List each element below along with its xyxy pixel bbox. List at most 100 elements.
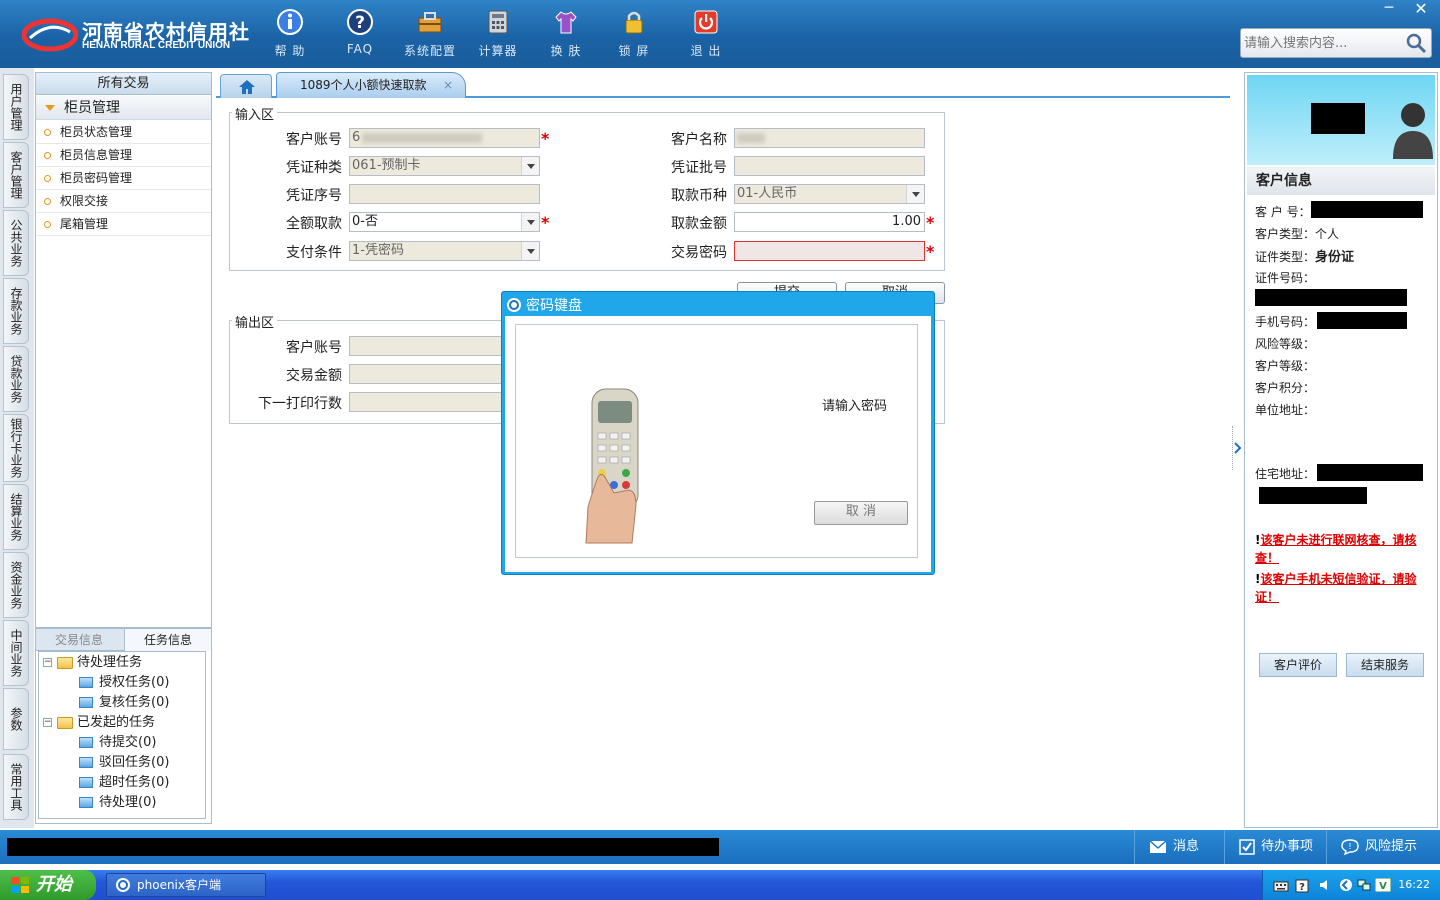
account-value: 6	[352, 130, 361, 145]
tree-node-pending[interactable]: − 待处理任务	[43, 653, 142, 673]
lock-screen-button[interactable]: 锁 屏	[604, 8, 664, 62]
tab-deposit-business[interactable]: 存款业务	[3, 278, 29, 344]
tab-bankcard-business[interactable]: 银行卡业务	[3, 414, 29, 482]
menu-item-permission-handover[interactable]: 权限交接	[36, 190, 211, 213]
tree-leaf-timeout[interactable]: 超时任务(0)	[79, 773, 169, 793]
close-button[interactable]: ✕	[1406, 0, 1436, 18]
search-input[interactable]	[1244, 33, 1404, 53]
calculator-button[interactable]: 计算器	[468, 8, 528, 62]
chevron-down-icon[interactable]	[521, 157, 539, 175]
ime-icon[interactable]: V	[1375, 878, 1391, 892]
chevron-left-icon[interactable]	[1339, 878, 1353, 892]
chevron-right-icon[interactable]	[1234, 442, 1242, 454]
output-area-legend: 输出区	[232, 312, 278, 331]
collapse-icon[interactable]: −	[43, 718, 52, 727]
system-config-label: 系统配置	[403, 44, 456, 58]
help-icon: ?	[347, 9, 373, 35]
tab-settlement-business[interactable]: 结算业务	[3, 484, 29, 550]
warning-sms-verify[interactable]: !该客户手机未短信验证，请验证！	[1255, 570, 1433, 606]
tree-leaf-review[interactable]: 复核任务(0)	[79, 693, 169, 713]
folder-icon	[57, 716, 73, 729]
redacted-cert-no	[1255, 289, 1407, 306]
taskbar-app-label: phoenix客户端	[137, 878, 221, 892]
dialog-cancel-button[interactable]: 取 消	[814, 501, 908, 525]
tree-leaf-rejected[interactable]: 驳回任务(0)	[79, 753, 169, 773]
chevron-down-icon[interactable]	[906, 185, 924, 203]
end-service-button[interactable]: 结束服务	[1346, 653, 1424, 677]
chevron-down-icon[interactable]	[521, 213, 539, 231]
exit-button[interactable]: 退 出	[676, 8, 736, 62]
help-icon[interactable]: ?	[1295, 879, 1309, 893]
account-field[interactable]: 6	[349, 128, 540, 148]
transaction-menu: 所有交易 柜员管理 柜员状态管理 柜员信息管理 柜员密码管理 权限交接 尾箱管理	[35, 72, 212, 628]
tree-leaf-to-submit[interactable]: 待提交(0)	[79, 733, 156, 753]
warning-network-check[interactable]: !该客户未进行联网核查，请核查！	[1255, 531, 1433, 567]
output-account-label: 客户账号	[286, 340, 342, 356]
menu-item-teller-info[interactable]: 柜员信息管理	[36, 144, 211, 167]
input-area-legend: 输入区	[232, 104, 278, 123]
tree-leaf-label: 待处理(0)	[99, 795, 157, 810]
tab-intermediary-business[interactable]: 中间业务	[3, 620, 29, 686]
menu-item-teller-status[interactable]: 柜员状态管理	[36, 121, 211, 144]
tab-close-icon[interactable]: ×	[443, 73, 453, 97]
menu-item-tail-box[interactable]: 尾箱管理	[36, 213, 211, 236]
logo: 河南省农村信用社 HENAN RURAL CREDIT UNION	[22, 14, 249, 56]
system-config-button[interactable]: 系统配置	[400, 8, 460, 62]
menu-group-teller[interactable]: 柜员管理	[36, 96, 211, 120]
voucher-batch-label: 凭证批号	[671, 160, 727, 176]
password-keypad-dialog: 密码键盘 请输入密码 取 消	[501, 291, 935, 575]
tab-quick-withdrawal[interactable]: 1089个人小额快速取款 ×	[276, 72, 466, 98]
menu-header[interactable]: 所有交易	[36, 73, 211, 95]
svg-text:V: V	[1379, 881, 1387, 892]
tab-task-info[interactable]: 任务信息	[124, 629, 211, 651]
voucher-batch-field[interactable]	[734, 156, 925, 176]
voucher-type-select[interactable]: 061-预制卡	[349, 156, 540, 176]
tab-fund-business[interactable]: 资金业务	[3, 552, 29, 618]
voucher-seq-field[interactable]	[349, 184, 540, 204]
dialog-body: 请输入密码 取 消	[505, 316, 931, 572]
keyboard-icon[interactable]	[1273, 879, 1289, 893]
customer-rating-button[interactable]: 客户评价	[1259, 653, 1337, 677]
tree-leaf-to-process[interactable]: 待处理(0)	[79, 793, 156, 813]
task-panel-tabs: 交易信息 任务信息	[36, 629, 211, 651]
change-skin-button[interactable]: 换 肤	[536, 8, 596, 62]
messages-button[interactable]: 消息	[1134, 830, 1224, 864]
search-icon[interactable]	[1405, 32, 1427, 54]
faq-button[interactable]: ? FAQ	[330, 8, 390, 62]
collapse-icon[interactable]: −	[43, 658, 52, 667]
full-withdraw-select[interactable]: 0-否	[349, 212, 540, 232]
panel-splitter[interactable]	[1232, 426, 1242, 470]
help-button[interactable]: 帮 助	[260, 8, 320, 62]
volume-icon[interactable]	[1318, 878, 1330, 892]
minimize-button[interactable]: ─	[1374, 0, 1404, 18]
tab-loan-business[interactable]: 贷款业务	[3, 346, 29, 412]
todo-button[interactable]: 待办事项	[1224, 830, 1324, 864]
tree-leaf-authorize[interactable]: 授权任务(0)	[79, 673, 169, 693]
chevron-down-icon[interactable]	[521, 242, 539, 260]
tab-parameters[interactable]: 参数	[3, 688, 29, 750]
tab-home[interactable]	[220, 74, 272, 98]
start-button[interactable]: 开始	[0, 870, 96, 900]
tree-node-initiated[interactable]: − 已发起的任务	[43, 713, 155, 733]
tab-public-business[interactable]: 公共业务	[3, 210, 29, 276]
pay-condition-select[interactable]: 1-凭密码	[349, 241, 540, 261]
network-icon[interactable]	[1357, 878, 1371, 892]
customer-name-field[interactable]	[734, 128, 925, 148]
expand-arrow-icon	[45, 105, 55, 111]
menu-item-teller-password[interactable]: 柜员密码管理	[36, 167, 211, 190]
pay-condition-value: 1-凭密码	[352, 243, 404, 258]
tab-transaction-info[interactable]: 交易信息	[36, 629, 122, 651]
bullet-icon	[44, 129, 51, 136]
tree-leaf-label: 超时任务(0)	[99, 775, 170, 790]
tab-common-tools[interactable]: 常用工具	[3, 754, 29, 820]
password-field[interactable]	[734, 241, 925, 261]
output-print-label: 下一打印行数	[258, 396, 342, 412]
risk-alert-button[interactable]: ! 风险提示	[1326, 830, 1440, 864]
risk-alert-label: 风险提示	[1365, 839, 1418, 854]
tab-user-management[interactable]: 用户管理	[3, 74, 29, 140]
amount-field[interactable]: 1.00	[734, 212, 925, 232]
menu-item-label: 权限交接	[60, 194, 109, 208]
taskbar-app-phoenix[interactable]: phoenix客户端	[106, 873, 266, 897]
tab-customer-management[interactable]: 客户管理	[3, 142, 29, 208]
currency-select[interactable]: 01-人民币	[734, 184, 925, 204]
